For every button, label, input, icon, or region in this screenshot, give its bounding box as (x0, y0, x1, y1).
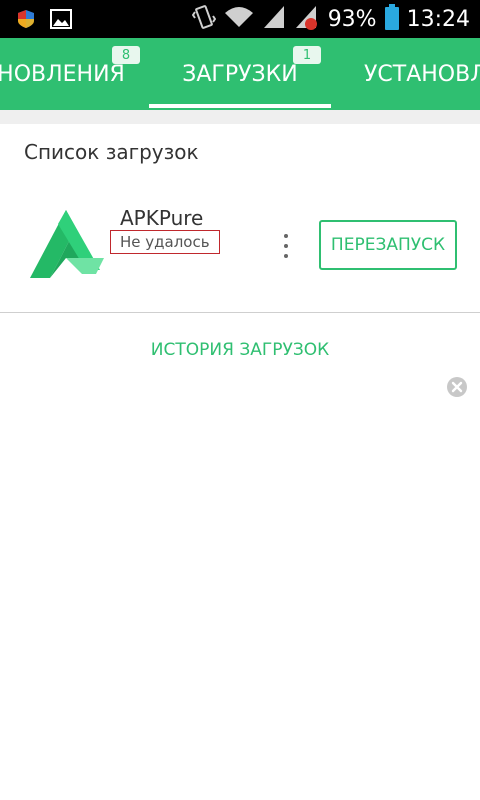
tab-label: УСТАНОВЛ (364, 61, 480, 87)
tab-label: НОВЛЕНИЯ (0, 61, 125, 87)
tab-badge: 1 (293, 46, 321, 64)
status-bar: 93% 13:24 (0, 0, 480, 38)
restart-button[interactable]: ПЕРЕЗАПУСК (319, 220, 457, 270)
download-status: Не удалось (110, 230, 220, 254)
close-icon[interactable] (447, 377, 467, 397)
tab-updates[interactable]: НОВЛЕНИЯ 8 (0, 38, 140, 110)
apkpure-logo-icon (26, 208, 106, 280)
clock: 13:24 (406, 6, 470, 32)
divider (0, 312, 480, 313)
download-history-link[interactable]: ИСТОРИЯ ЗАГРУЗОК (0, 340, 480, 360)
signal-icon (262, 4, 286, 34)
tab-indicator (149, 104, 331, 108)
tab-downloads[interactable]: ЗАГРУЗКИ 1 (149, 38, 331, 110)
tab-badge: 8 (112, 46, 140, 64)
signal-icon-2 (294, 4, 320, 34)
wifi-icon (224, 5, 254, 33)
app-name: APKPure (120, 206, 204, 230)
battery-percent: 93% (327, 6, 377, 32)
more-options-icon[interactable] (280, 234, 292, 258)
shield-icon (16, 9, 36, 33)
section-separator (0, 110, 480, 124)
download-item: APKPure Не удалось ПЕРЕЗАПУСК (0, 190, 480, 290)
battery-icon (384, 4, 399, 34)
image-icon (50, 9, 72, 33)
vibrate-icon (191, 4, 216, 34)
tab-label: ЗАГРУЗКИ (182, 61, 298, 87)
tab-bar: НОВЛЕНИЯ 8 ЗАГРУЗКИ 1 УСТАНОВЛ (0, 38, 480, 110)
section-title: Список загрузок (24, 140, 199, 164)
tab-installed[interactable]: УСТАНОВЛ (364, 38, 480, 110)
